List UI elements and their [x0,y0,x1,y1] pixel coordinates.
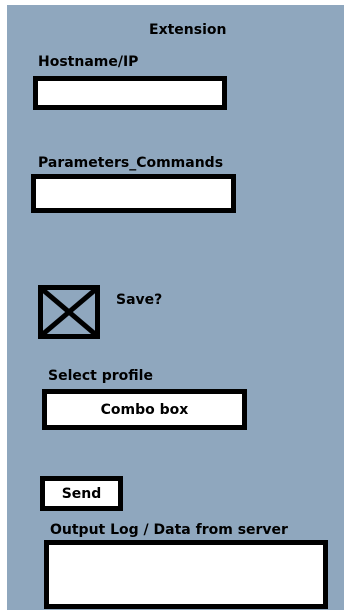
checked-x-icon [43,290,95,334]
parameters-commands-label: Parameters_Commands [38,155,224,171]
send-button-label: Send [61,485,102,502]
profile-combo-box[interactable]: Combo box [42,389,247,430]
save-label: Save? [116,292,163,308]
window-title: Extension [149,22,227,38]
hostname-input[interactable] [33,76,227,110]
send-button[interactable]: Send [40,476,123,511]
hostname-label: Hostname/IP [38,54,139,70]
parameters-commands-input[interactable] [31,174,236,213]
save-checkbox[interactable] [38,285,100,339]
select-profile-label: Select profile [48,368,153,384]
output-log-label: Output Log / Data from server [50,522,288,538]
profile-combo-value: Combo box [100,401,189,418]
output-log-area[interactable] [44,540,328,609]
